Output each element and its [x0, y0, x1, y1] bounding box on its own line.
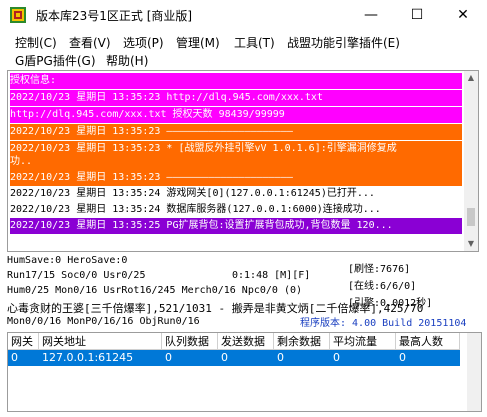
- log-line: 2022/10/23 星期日 13:35:23 ————————————————…: [10, 170, 462, 186]
- column-header[interactable]: 发送数据: [218, 333, 274, 350]
- table-cell: 0: [221, 351, 228, 364]
- menu-manage[interactable]: 管理(M): [176, 34, 220, 51]
- column-header[interactable]: 网关地址: [39, 333, 162, 350]
- scroll-up-icon[interactable]: ▲: [464, 71, 478, 85]
- table-cell: 0: [165, 351, 172, 364]
- status-engine: [引擎:0.0012秒]: [348, 298, 433, 309]
- status-uptime: 0:1:48 [M][F]: [232, 270, 311, 281]
- log-line: 2022/10/23 星期日 13:35:24 数据库服务器(127.0.0.1…: [10, 202, 381, 218]
- maximize-button[interactable]: ☐: [394, 0, 440, 30]
- menu-tools[interactable]: 工具(T): [234, 34, 275, 51]
- table-row[interactable]: 0 127.0.0.1:61245 0 0 0 0 0: [8, 350, 460, 366]
- table-cell: 0: [399, 351, 406, 364]
- status-refresh: [刷怪:7676]: [348, 264, 411, 275]
- menu-engine-plugin[interactable]: 战盟功能引擎插件(E): [287, 34, 400, 51]
- log-line: 功..: [10, 154, 462, 170]
- menu-gshield-plugin[interactable]: G盾PG插件(G): [15, 52, 96, 69]
- log-scrollbar[interactable]: ▲ ▼: [464, 71, 478, 251]
- table-cell: 0: [333, 351, 340, 364]
- column-header[interactable]: 平均流量: [330, 333, 396, 350]
- gateway-table[interactable]: 网关 网关地址 队列数据 发送数据 剩余数据 平均流量 最高人数 0 127.0…: [7, 332, 482, 412]
- log-line: 2022/10/23 星期日 13:35:23 http://dlq.945.c…: [10, 90, 462, 106]
- column-header[interactable]: 剩余数据: [274, 333, 330, 350]
- window-title: 版本库23号1区正式 [商业版]: [36, 9, 193, 23]
- menu-help[interactable]: 帮助(H): [106, 52, 148, 69]
- menu-options[interactable]: 选项(P): [123, 34, 164, 51]
- status-save: HumSave:0 HeroSave:0: [7, 255, 128, 266]
- log-line: 2022/10/23 星期日 13:35:23 ————————————————…: [10, 124, 462, 140]
- menu-view[interactable]: 查看(V): [69, 34, 111, 51]
- table-cell: 0: [277, 351, 284, 364]
- status-counts: Hum0/25 Mon0/16 UsrRot16/245 Merch0/16 N…: [7, 285, 303, 296]
- column-header[interactable]: 队列数据: [162, 333, 218, 350]
- menu-control[interactable]: 控制(C): [15, 34, 57, 51]
- log-line: http://dlq.945.com/xxx.txt 授权天数 98439/99…: [10, 107, 462, 123]
- log-line: 2022/10/23 星期日 13:35:24 游戏网关[0](127.0.0.…: [10, 186, 375, 202]
- status-online: [在线:6/6/0]: [348, 281, 417, 292]
- log-panel[interactable]: 授权信息: 2022/10/23 星期日 13:35:23 http://dlq…: [7, 70, 479, 252]
- log-line: 2022/10/23 星期日 13:35:25 PG扩展背包:设置扩展背包成功,…: [10, 218, 462, 234]
- table-cell: 127.0.0.1:61245: [42, 351, 134, 364]
- status-run: Run17/15 Soc0/0 Usr0/25: [7, 270, 146, 281]
- table-scrollbar[interactable]: [467, 333, 481, 411]
- title-bar[interactable]: 版本库23号1区正式 [商业版] — ☐ ✕: [0, 0, 487, 30]
- version-label: 程序版本: 4.00 Build 20151104: [300, 318, 467, 329]
- menu-bar: 控制(C) 查看(V) 选项(P) 管理(M) 工具(T) 战盟功能引擎插件(E…: [0, 30, 487, 70]
- scroll-thumb[interactable]: [467, 208, 475, 226]
- status-mon: Mon0/0/16 MonP0/16/16 ObjRun0/16: [7, 316, 200, 327]
- status-panel: HumSave:0 HeroSave:0 Run17/15 Soc0/0 Usr…: [0, 252, 487, 332]
- log-line: 授权信息:: [10, 73, 462, 89]
- scroll-down-icon[interactable]: ▼: [464, 237, 478, 251]
- column-header[interactable]: 最高人数: [396, 333, 460, 350]
- app-icon: [10, 7, 26, 23]
- column-header[interactable]: 网关: [8, 333, 39, 350]
- minimize-button[interactable]: —: [348, 0, 394, 30]
- table-cell: 0: [11, 351, 18, 364]
- close-button[interactable]: ✕: [440, 0, 486, 30]
